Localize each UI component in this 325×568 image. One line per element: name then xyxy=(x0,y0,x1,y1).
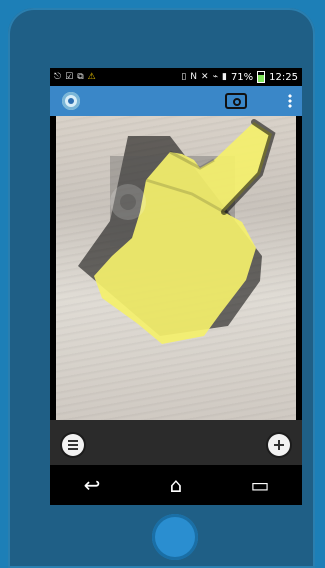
bottom-controls xyxy=(50,420,302,465)
battery-icon xyxy=(257,71,266,83)
usb-icon: ⎋ xyxy=(54,71,62,82)
app-bar xyxy=(50,86,302,116)
camera-icon[interactable] xyxy=(225,93,247,109)
device-home-button[interactable] xyxy=(152,514,198,560)
status-time: 12:25 xyxy=(269,71,298,83)
status-right: ▯ N ✕ ⌁ ▮ 71% 12:25 xyxy=(181,71,298,83)
app-logo-icon[interactable] xyxy=(62,92,80,110)
phone-screen: ⎋ ☑ ⧉ ⚠ ▯ N ✕ ⌁ ▮ 71% 12:25 ↩ ⌂ ▭ xyxy=(50,68,302,505)
back-icon[interactable]: ↩ xyxy=(77,465,107,505)
vibrate-icon: ▯ xyxy=(181,71,187,82)
status-left: ⎋ ☑ ⧉ ⚠ xyxy=(54,71,96,82)
mute-icon: ✕ xyxy=(201,71,209,82)
list-button[interactable] xyxy=(62,434,84,456)
logo-watermark-core-icon xyxy=(120,194,136,210)
status-bar: ⎋ ☑ ⧉ ⚠ ▯ N ✕ ⌁ ▮ 71% 12:25 xyxy=(50,68,302,86)
recents-icon[interactable]: ▭ xyxy=(245,465,275,505)
clipboard-icon: ⧉ xyxy=(77,71,84,82)
pointing-hand-overlay xyxy=(78,119,276,344)
wifi-icon: ⌁ xyxy=(212,71,218,82)
camera-preview[interactable] xyxy=(50,116,302,420)
navigation-bar: ↩ ⌂ ▭ xyxy=(50,465,302,505)
overflow-menu-icon[interactable] xyxy=(288,94,292,108)
home-icon[interactable]: ⌂ xyxy=(161,465,191,505)
signal-icon: ▮ xyxy=(221,71,227,82)
phone-device: ⎋ ☑ ⧉ ⚠ ▯ N ✕ ⌁ ▮ 71% 12:25 ↩ ⌂ ▭ xyxy=(8,8,315,568)
nfc-icon: N xyxy=(190,71,198,82)
warning-icon: ⚠ xyxy=(87,71,96,82)
checkbox-icon: ☑ xyxy=(65,71,74,82)
battery-percent: 71% xyxy=(230,71,254,83)
add-button[interactable] xyxy=(268,434,290,456)
